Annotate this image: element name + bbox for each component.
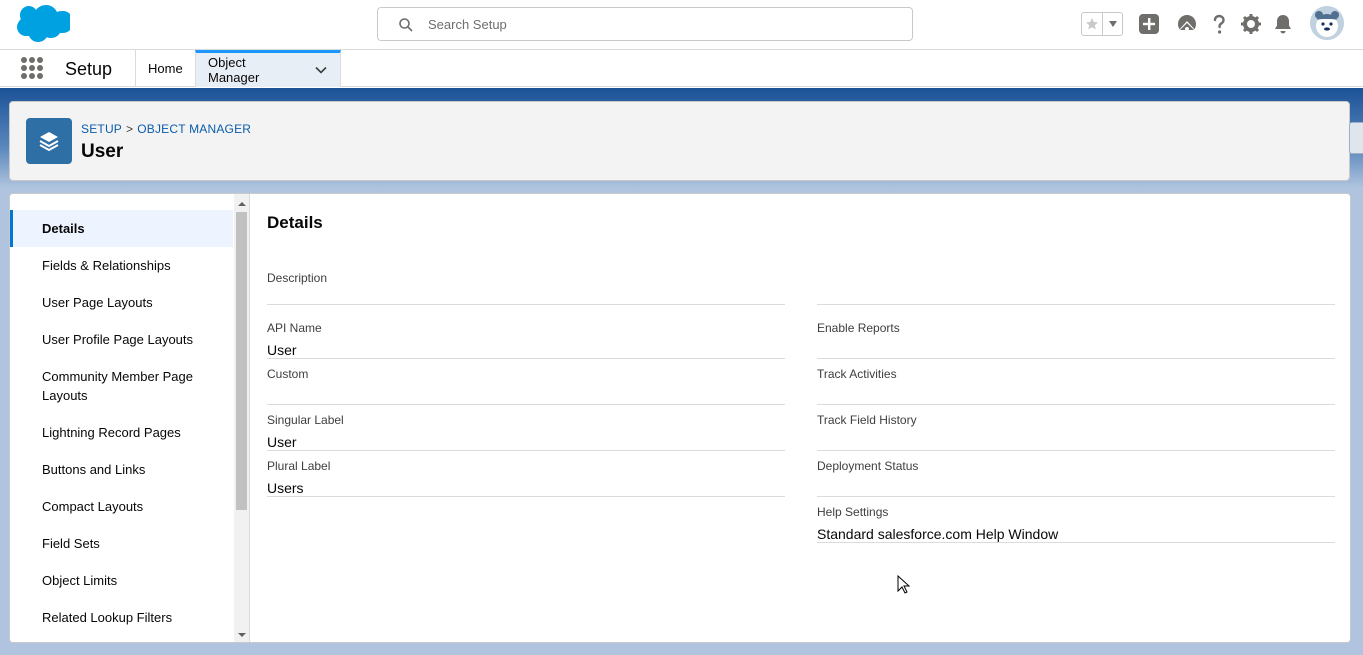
trailhead-icon[interactable] bbox=[1176, 13, 1198, 35]
mouse-cursor-icon bbox=[897, 574, 911, 595]
sidebar-item-details[interactable]: Details bbox=[10, 210, 233, 247]
sidebar-item-label: Fields & Relationships bbox=[42, 258, 171, 273]
details-heading: Details bbox=[267, 213, 323, 232]
sidebar-item-label: Details bbox=[42, 221, 85, 236]
details-content: Details Description API Name User Custom… bbox=[250, 194, 1350, 642]
sidebar-item-label: Object Limits bbox=[42, 573, 118, 588]
breadcrumb: SETUP > OBJECT MANAGER bbox=[81, 122, 251, 136]
user-avatar[interactable] bbox=[1310, 6, 1344, 40]
field-label: Custom bbox=[267, 367, 309, 381]
sidebar-item-object-limits[interactable]: Object Limits bbox=[10, 562, 233, 599]
search-icon bbox=[398, 17, 414, 33]
sidebar-item-user-profile-page-layouts[interactable]: User Profile Page Layouts bbox=[10, 321, 233, 358]
field-label: Plural Label bbox=[267, 459, 331, 473]
sidebar-item-field-sets[interactable]: Field Sets bbox=[10, 525, 233, 562]
field-label: API Name bbox=[267, 321, 322, 335]
sidebar-item-fields-relationships[interactable]: Fields & Relationships bbox=[10, 247, 233, 284]
field-label: Help Settings bbox=[817, 505, 889, 519]
field-api-name: API Name User bbox=[267, 321, 785, 359]
sidebar-item-lightning-record-pages[interactable]: Lightning Record Pages bbox=[10, 414, 233, 451]
global-actions-add-icon[interactable] bbox=[1138, 13, 1160, 35]
field-label: Track Field History bbox=[817, 413, 917, 427]
favorites-dropdown-icon[interactable] bbox=[1103, 13, 1122, 35]
sidebar-scrollbar[interactable] bbox=[234, 194, 249, 642]
sidebar-item-label: Community Member Page Layouts bbox=[42, 369, 193, 403]
field-value: Standard salesforce.com Help Window bbox=[817, 526, 1059, 542]
scrollbar-thumb[interactable] bbox=[236, 212, 247, 510]
field-value: User bbox=[267, 342, 297, 358]
field-plural-label: Plural Label Users bbox=[267, 459, 785, 497]
sidebar-item-label: Buttons and Links bbox=[42, 462, 146, 477]
field-enable-reports: Enable Reports bbox=[817, 321, 1335, 359]
field-singular-label: Singular Label User bbox=[267, 413, 785, 451]
sidebar-item-related-lookup-filters[interactable]: Related Lookup Filters bbox=[10, 599, 233, 636]
app-launcher-icon[interactable] bbox=[21, 57, 43, 79]
search-input[interactable] bbox=[428, 8, 898, 40]
sidebar-item-user-page-layouts[interactable]: User Page Layouts bbox=[10, 284, 233, 321]
field-value: User bbox=[267, 434, 297, 450]
breadcrumb-setup-link[interactable]: SETUP bbox=[81, 122, 122, 136]
page-title: User bbox=[81, 141, 124, 162]
field-track-field-history: Track Field History bbox=[817, 413, 1335, 451]
field-help-settings: Help Settings Standard salesforce.com He… bbox=[817, 505, 1335, 543]
tab-home-label: Home bbox=[148, 61, 183, 76]
app-name: Setup bbox=[65, 59, 113, 79]
sidebar-item-label: Related Lookup Filters bbox=[42, 610, 173, 625]
sidebar-nav-list: Details Fields & Relationships User Page… bbox=[10, 210, 233, 636]
tab-home[interactable]: Home bbox=[135, 50, 195, 87]
field-blank bbox=[817, 271, 1335, 305]
sidebar-item-buttons-links[interactable]: Buttons and Links bbox=[10, 451, 233, 488]
favorites-star-icon[interactable] bbox=[1082, 13, 1104, 35]
object-detail-card: Details Fields & Relationships User Page… bbox=[9, 193, 1351, 643]
scroll-down-arrow-icon[interactable] bbox=[234, 627, 249, 642]
setup-search-box[interactable] bbox=[377, 7, 913, 41]
sidebar-item-label: User Profile Page Layouts bbox=[42, 332, 194, 347]
breadcrumb-object-manager-link[interactable]: OBJECT MANAGER bbox=[137, 122, 251, 136]
sidebar-item-label: Lightning Record Pages bbox=[42, 425, 181, 440]
field-label: Track Activities bbox=[817, 367, 897, 381]
field-value: Users bbox=[267, 480, 304, 496]
notifications-bell-icon[interactable] bbox=[1272, 13, 1294, 35]
page-header: SETUP > OBJECT MANAGER User bbox=[9, 101, 1350, 181]
sidebar-item-label: Field Sets bbox=[42, 536, 100, 551]
field-custom: Custom bbox=[267, 367, 785, 405]
field-label: Enable Reports bbox=[817, 321, 900, 335]
scroll-up-arrow-icon[interactable] bbox=[234, 196, 249, 211]
chevron-down-icon[interactable] bbox=[314, 63, 328, 77]
field-label: Deployment Status bbox=[817, 459, 919, 473]
sidebar-item-label: User Page Layouts bbox=[42, 295, 153, 310]
global-header bbox=[0, 0, 1363, 50]
breadcrumb-separator: > bbox=[126, 122, 134, 136]
object-layers-icon bbox=[26, 118, 72, 164]
salesforce-logo[interactable] bbox=[12, 4, 73, 44]
field-label: Description bbox=[267, 271, 328, 285]
sidebar-item-label: Compact Layouts bbox=[42, 499, 144, 514]
field-track-activities: Track Activities bbox=[817, 367, 1335, 405]
object-sidebar: Details Fields & Relationships User Page… bbox=[10, 194, 250, 642]
sidebar-item-community-member-page-layouts[interactable]: Community Member Page Layouts bbox=[10, 358, 233, 414]
field-description: Description bbox=[267, 271, 785, 305]
setup-gear-icon[interactable] bbox=[1240, 13, 1262, 35]
tab-object-manager[interactable]: Object Manager bbox=[195, 50, 341, 87]
tab-object-manager-label: Object Manager bbox=[208, 55, 260, 85]
side-panel-toggle[interactable] bbox=[1349, 122, 1363, 154]
sidebar-item-compact-layouts[interactable]: Compact Layouts bbox=[10, 488, 233, 525]
context-nav-bar: Setup Home Object Manager bbox=[0, 50, 1363, 87]
field-label: Singular Label bbox=[267, 413, 344, 427]
field-deployment-status: Deployment Status bbox=[817, 459, 1335, 497]
favorites-button-group bbox=[1081, 12, 1123, 36]
help-icon[interactable] bbox=[1208, 13, 1230, 35]
